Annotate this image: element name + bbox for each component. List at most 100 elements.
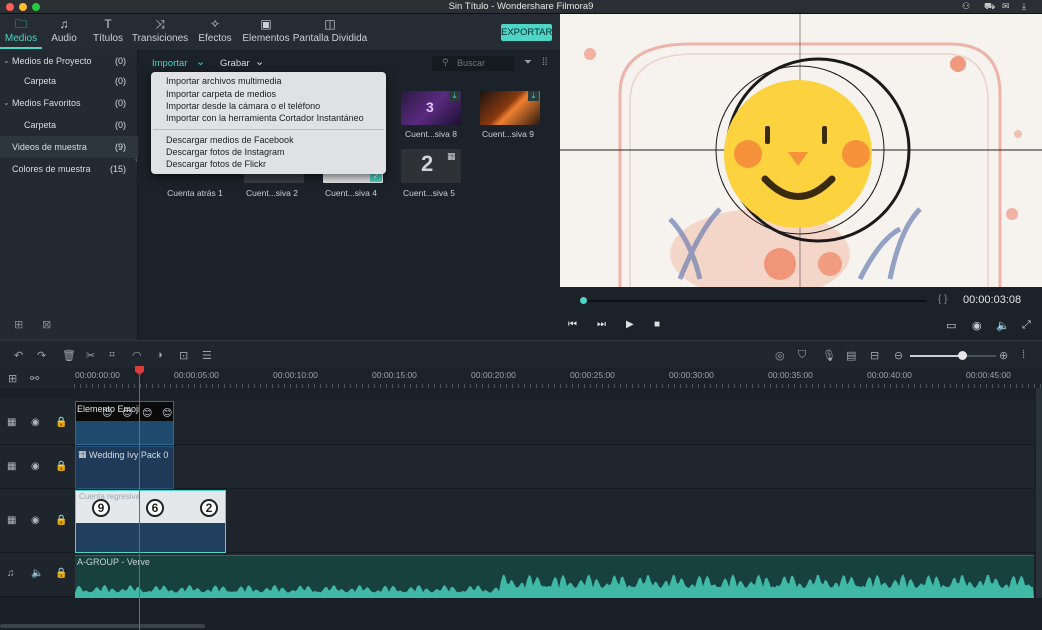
grid-view-icon[interactable]: ⁞⁞	[542, 57, 548, 68]
eye-icon[interactable]: ◉	[31, 461, 40, 472]
clip-wedding-ivy[interactable]: ▦ Wedding Ivy Pack 0	[75, 446, 174, 489]
crop-icon[interactable]: ⌗	[109, 349, 115, 362]
tab-titulos[interactable]: T Títulos	[90, 14, 126, 50]
delete-icon[interactable]: 🗑	[62, 349, 76, 362]
sidebar-item-medios-proyecto[interactable]: ⌄ Medios de Proyecto (0)	[0, 50, 138, 72]
import-button[interactable]: Importar	[152, 58, 187, 69]
cut-icon[interactable]: ✂	[86, 349, 95, 362]
timeline-options-icon[interactable]: ⁞	[1022, 349, 1025, 361]
snapshot-icon[interactable]: ◉	[972, 319, 982, 332]
clip-label: Cuenta regresiva	[79, 492, 140, 501]
color-icon[interactable]: ◑	[156, 349, 163, 361]
mark-in-out-icon[interactable]: { }	[938, 294, 947, 305]
download-icon[interactable]: ⤓	[1022, 1, 1026, 12]
player-timecode: 00:00:03:08	[963, 294, 1022, 306]
menu-item-import-camera[interactable]: Importar desde la cámara o el teléfono	[166, 100, 320, 112]
vertical-scrollbar[interactable]	[1036, 388, 1042, 598]
undo-icon[interactable]: ↶	[14, 349, 23, 362]
title-bar: Sin Título - Wondershare Filmora9 ⚇ ⛟ ✉ …	[0, 0, 1042, 14]
download-icon[interactable]: ⤓	[449, 91, 460, 101]
render-icon[interactable]: ◎	[775, 349, 785, 362]
voiceover-icon[interactable]: ▤	[846, 349, 856, 362]
sidebar-item-colores-muestra[interactable]: Colores de muestra (15)	[0, 158, 138, 180]
clip-emoji-element[interactable]: Elemento Emoji 😊 😊 😊 😊	[75, 401, 174, 445]
volume-icon[interactable]: 🔈	[996, 319, 1010, 332]
zoom-out-icon[interactable]: ⊖	[894, 349, 903, 362]
chevron-down-icon[interactable]: ⌄	[255, 55, 264, 68]
filter-icon[interactable]: ⏷	[524, 57, 532, 68]
tab-elementos[interactable]: ▣ Elementos	[242, 14, 290, 50]
delete-folder-icon[interactable]: ⊠	[42, 318, 51, 331]
ruler-label: 00:00:35:00	[768, 370, 813, 380]
eye-icon[interactable]: ◉	[31, 515, 40, 526]
emoji-thumb-icon: 😊	[162, 408, 173, 419]
split-icon[interactable]: ⊟	[870, 349, 879, 362]
playback-progress-track[interactable]	[580, 300, 926, 302]
notification-icon[interactable]: ✉	[1002, 1, 1010, 12]
download-icon[interactable]: ⤓	[528, 91, 539, 101]
redo-icon[interactable]: ↷	[37, 349, 46, 362]
marker-icon[interactable]: ⛉	[798, 349, 806, 362]
lock-icon[interactable]: 🔒	[55, 515, 67, 526]
preview-canvas[interactable]	[560, 14, 1042, 287]
speed-icon[interactable]: ◠	[132, 349, 142, 362]
speaker-icon[interactable]: 🔈	[31, 568, 43, 579]
sidebar-item-carpeta-favoritos[interactable]: Carpeta (0)	[0, 114, 138, 136]
playhead[interactable]	[139, 366, 140, 630]
eye-icon[interactable]: ◉	[31, 417, 40, 428]
search-input[interactable]: ⚲ Buscar	[432, 56, 514, 71]
collapse-sidebar-icon[interactable]: ‹	[135, 155, 138, 164]
media-caption: Cuent...siva 8	[405, 129, 457, 139]
media-thumbnail[interactable]: ⤓	[480, 91, 540, 125]
clip-audio-verve[interactable]: A-GROUP - Verve	[75, 555, 1034, 598]
lock-icon[interactable]: 🔒	[55, 417, 67, 428]
account-icon[interactable]: ⚇	[962, 1, 970, 12]
sidebar-item-medios-favoritos[interactable]: ⌄ Medios Favoritos (0)	[0, 92, 138, 114]
transition-icon: ⤨	[155, 17, 165, 31]
menu-item-import-cutter[interactable]: Importar con la herramienta Cortador Ins…	[166, 112, 364, 124]
menu-item-download-instagram[interactable]: Descargar fotos de Instagram	[166, 146, 285, 158]
media-caption: Cuent...siva 5	[403, 188, 455, 198]
menu-item-download-flickr[interactable]: Descargar fotos de Flickr	[166, 158, 266, 170]
previous-frame-icon[interactable]: ⏮	[568, 319, 577, 330]
tab-medios[interactable]: 🗀 Medios	[0, 14, 42, 50]
lock-icon[interactable]: 🔒	[55, 568, 67, 579]
new-folder-icon[interactable]: ⊞	[14, 318, 23, 331]
add-track-icon[interactable]: ⊞	[8, 372, 17, 385]
fullscreen-icon[interactable]: ⤢	[1022, 319, 1031, 332]
zoom-in-icon[interactable]: ⊕	[999, 349, 1008, 362]
lock-icon[interactable]: 🔒	[55, 461, 67, 472]
menu-item-import-folder[interactable]: Importar carpeta de medios	[166, 88, 276, 100]
export-button[interactable]: EXPORTAR	[501, 24, 552, 41]
menu-item-import-files[interactable]: Importar archivos multimedia	[166, 75, 282, 87]
horizontal-scrollbar[interactable]	[0, 624, 205, 628]
stop-icon[interactable]: ■	[654, 319, 660, 330]
link-icon[interactable]: ⚯	[30, 372, 39, 385]
sidebar-item-carpeta[interactable]: Carpeta (0)	[0, 70, 138, 92]
menu-item-download-facebook[interactable]: Descargar medios de Facebook	[166, 134, 294, 146]
tab-audio[interactable]: ♫ Audio	[46, 14, 82, 50]
clip-cuenta-regresiva[interactable]: Cuenta regresiva 9 6 2	[75, 490, 226, 553]
player-controls: { } 00:00:03:08 ⏮ ⏭ ▶ ■ ▭ ◉ 🔈 ⤢	[560, 287, 1042, 340]
audio-mixer-icon[interactable]: ☰	[202, 349, 212, 362]
play-icon[interactable]: ▶	[626, 319, 634, 330]
render-preview-icon[interactable]: ▭	[946, 319, 956, 332]
green-screen-icon[interactable]: ⊡	[179, 349, 188, 362]
microphone-icon[interactable]: 🎙	[822, 349, 836, 362]
tab-transiciones[interactable]: ⤨ Transiciones	[130, 14, 190, 50]
playback-progress-handle[interactable]	[580, 297, 587, 304]
media-thumbnail[interactable]: 3 ⤓	[401, 91, 461, 125]
chevron-down-icon[interactable]: ⌄	[196, 55, 205, 68]
tab-pantalla-dividida[interactable]: ◫ Pantalla Dividida	[292, 14, 368, 50]
sidebar-item-videos-muestra[interactable]: Videos de muestra (9)	[0, 136, 138, 158]
tab-label: Medios	[4, 33, 38, 44]
zoom-slider-handle[interactable]	[957, 351, 967, 360]
tab-efectos[interactable]: ✧ Efectos	[196, 14, 234, 50]
next-frame-icon[interactable]: ⏭	[597, 319, 606, 330]
menu-divider	[153, 129, 384, 130]
search-icon: ⚲	[442, 57, 449, 67]
cart-icon[interactable]: ⛟	[984, 1, 995, 13]
media-thumbnail[interactable]: 2 ▦	[401, 149, 461, 183]
record-button[interactable]: Grabar	[220, 58, 250, 69]
folder-icon: 🗀	[14, 17, 27, 31]
